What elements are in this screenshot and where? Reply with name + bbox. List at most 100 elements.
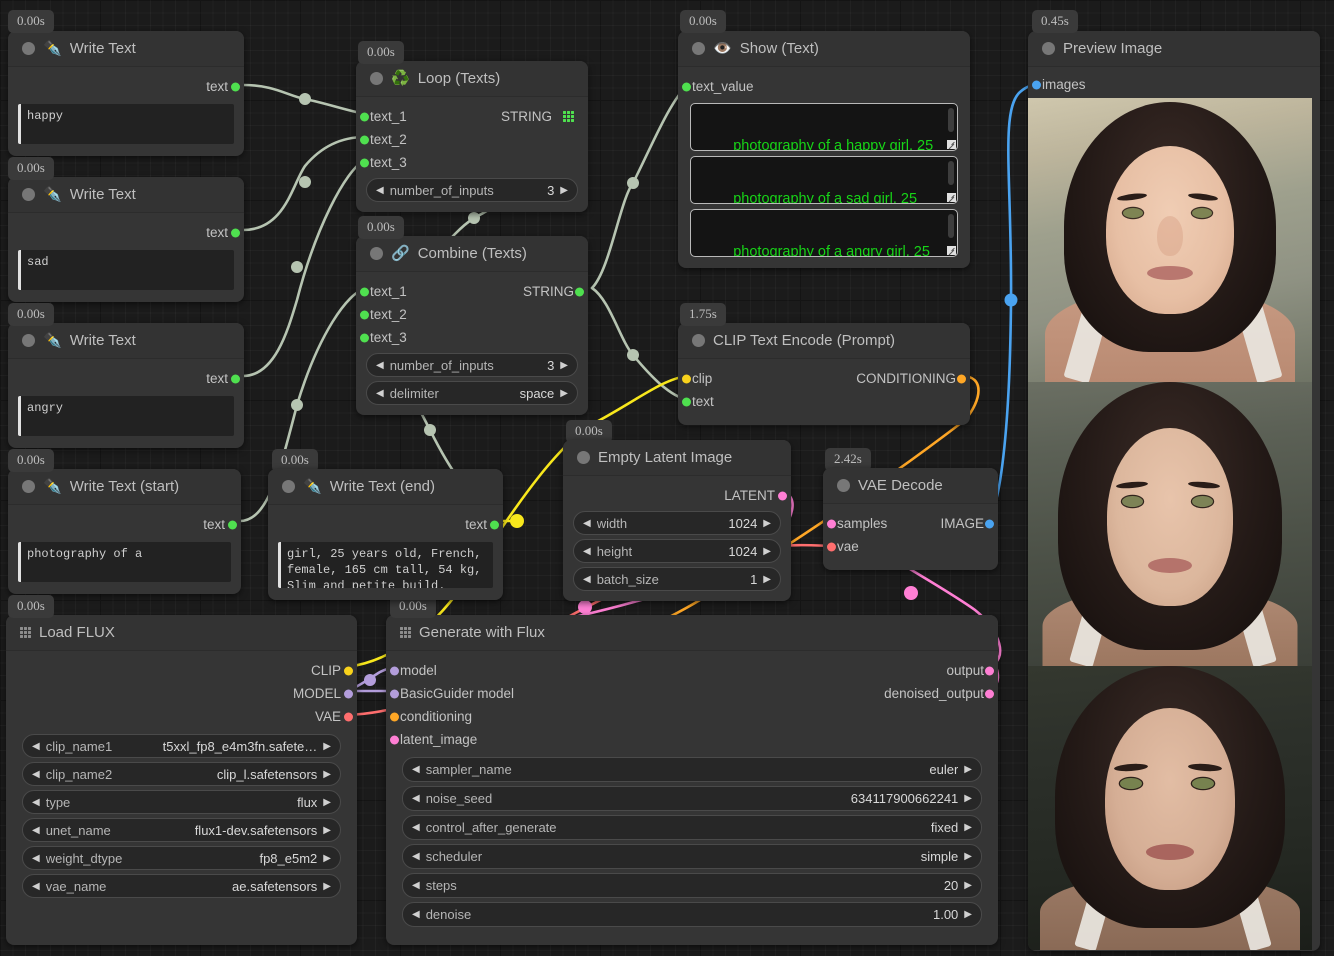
widget-control-after-generate[interactable]: ◀ control_after_generate fixed ▶: [402, 815, 982, 840]
widget-value[interactable]: 1024: [728, 516, 757, 531]
node-header[interactable]: ✒️ Write Text (end): [268, 469, 503, 505]
collapse-toggle-icon[interactable]: [692, 42, 705, 55]
widget-steps[interactable]: ◀ steps 20 ▶: [402, 873, 982, 898]
slot-dot-model[interactable]: [344, 689, 353, 698]
increment-arrow-icon[interactable]: ▶: [964, 793, 972, 804]
input-slot-text[interactable]: text: [678, 390, 970, 413]
widget-value[interactable]: flux1-dev.safetensors: [195, 823, 318, 838]
decrement-arrow-icon[interactable]: ◀: [412, 793, 420, 804]
node-show-text[interactable]: 👁️ Show (Text) text_value photography of…: [678, 31, 970, 268]
node-generate-with-flux[interactable]: Generate with Flux model output BasicGui…: [386, 615, 998, 945]
decrement-arrow-icon[interactable]: ◀: [32, 769, 40, 780]
node-header[interactable]: ✒️ Write Text: [8, 31, 244, 67]
increment-arrow-icon[interactable]: ▶: [763, 574, 771, 585]
increment-arrow-icon[interactable]: ▶: [323, 769, 331, 780]
slot-dot-model[interactable]: [390, 666, 399, 675]
output-slot-text[interactable]: text: [8, 367, 244, 390]
widget-weight-dtype[interactable]: ◀ weight_dtype fp8_e5m2 ▶: [22, 846, 341, 870]
widget-value[interactable]: simple: [921, 849, 959, 864]
text-input[interactable]: girl, 25 years old, French, female, 165 …: [278, 542, 493, 588]
slot-dot-conditioning[interactable]: [957, 374, 966, 383]
node-header[interactable]: CLIP Text Encode (Prompt): [678, 323, 970, 359]
slot-dot-string-out[interactable]: [575, 287, 584, 296]
node-write-text-sad[interactable]: ✒️ Write Text text sad: [8, 177, 244, 302]
increment-arrow-icon[interactable]: ▶: [964, 880, 972, 891]
slot-dot-string[interactable]: [490, 520, 499, 529]
node-vae-decode[interactable]: VAE Decode samples IMAGE vae: [823, 468, 998, 570]
preview-thumbnail-3[interactable]: [1028, 666, 1312, 950]
output-slot-text[interactable]: text: [8, 513, 241, 536]
decrement-arrow-icon[interactable]: ◀: [412, 822, 420, 833]
node-clip-text-encode[interactable]: CLIP Text Encode (Prompt) clip CONDITION…: [678, 323, 970, 425]
preview-thumbnail-1[interactable]: [1028, 98, 1312, 382]
slot-dot-string[interactable]: [228, 520, 237, 529]
widget-number-of-inputs[interactable]: ◀ number_of_inputs 3 ▶: [366, 178, 578, 202]
widget-value[interactable]: 1024: [728, 544, 757, 559]
resize-handle-icon[interactable]: [947, 246, 956, 255]
input-slot-latent-image[interactable]: latent_image: [386, 728, 998, 751]
text-input[interactable]: sad: [18, 250, 234, 290]
increment-arrow-icon[interactable]: ▶: [323, 825, 331, 836]
dot-grid-icon[interactable]: [400, 627, 411, 638]
widget-value[interactable]: 1: [750, 572, 757, 587]
node-header[interactable]: Generate with Flux: [386, 615, 998, 651]
node-write-text-happy[interactable]: ✒️ Write Text text happy: [8, 31, 244, 156]
scrollbar[interactable]: [948, 108, 954, 132]
increment-arrow-icon[interactable]: ▶: [964, 764, 972, 775]
node-write-text-end[interactable]: ✒️ Write Text (end) text girl, 25 years …: [268, 469, 503, 600]
slot-dot-string[interactable]: [360, 287, 369, 296]
preview-thumbnail-2[interactable]: [1028, 382, 1312, 666]
collapse-toggle-icon[interactable]: [22, 480, 35, 493]
slot-dot-string[interactable]: [231, 82, 240, 91]
widget-value[interactable]: clip_l.safetensors: [217, 767, 317, 782]
increment-arrow-icon[interactable]: ▶: [560, 360, 568, 371]
resize-handle-icon[interactable]: [947, 140, 956, 149]
widget-batch-size[interactable]: ◀ batch_size 1 ▶: [573, 567, 781, 591]
input-slot-clip[interactable]: clip CONDITIONING: [678, 367, 970, 390]
widget-value[interactable]: fp8_e5m2: [259, 851, 317, 866]
decrement-arrow-icon[interactable]: ◀: [412, 764, 420, 775]
increment-arrow-icon[interactable]: ▶: [964, 822, 972, 833]
widget-number-of-inputs[interactable]: ◀ number_of_inputs 3 ▶: [366, 353, 578, 377]
node-write-text-angry[interactable]: ✒️ Write Text text angry: [8, 323, 244, 448]
decrement-arrow-icon[interactable]: ◀: [32, 825, 40, 836]
output-slot-clip[interactable]: CLIP: [6, 659, 357, 682]
input-slot-conditioning[interactable]: conditioning: [386, 705, 998, 728]
slot-dot-latent-output[interactable]: [985, 666, 994, 675]
collapse-toggle-icon[interactable]: [837, 479, 850, 492]
list-output-icon[interactable]: [563, 111, 574, 122]
node-combine-texts[interactable]: 🔗 Combine (Texts) text_1 STRING text_2 t…: [356, 236, 588, 415]
text-input[interactable]: happy: [18, 104, 234, 144]
slot-dot-vae[interactable]: [827, 542, 836, 551]
widget-value[interactable]: t5xxl_fp8_e4m3fn.safete…: [163, 739, 318, 754]
decrement-arrow-icon[interactable]: ◀: [32, 881, 40, 892]
input-slot-model[interactable]: model output: [386, 659, 998, 682]
increment-arrow-icon[interactable]: ▶: [560, 388, 568, 399]
slot-dot-clip[interactable]: [344, 666, 353, 675]
node-header[interactable]: Preview Image: [1028, 31, 1320, 67]
slot-dot-string[interactable]: [360, 310, 369, 319]
slot-dot-string[interactable]: [360, 135, 369, 144]
slot-dot-image[interactable]: [985, 519, 994, 528]
show-text-output-2[interactable]: photography of a sad girl, 25 years old,…: [690, 156, 958, 204]
collapse-toggle-icon[interactable]: [370, 247, 383, 260]
node-header[interactable]: 🔗 Combine (Texts): [356, 236, 588, 272]
widget-value[interactable]: 3: [547, 183, 554, 198]
node-load-flux[interactable]: Load FLUX CLIP MODEL VAE ◀ clip_name1 t5…: [6, 615, 357, 945]
node-header[interactable]: 👁️ Show (Text): [678, 31, 970, 67]
workflow-canvas[interactable]: 0.00s ✒️ Write Text text happy 0.00s ✒️ …: [0, 0, 1334, 956]
node-header[interactable]: ✒️ Write Text (start): [8, 469, 241, 505]
node-preview-image[interactable]: Preview Image images: [1028, 31, 1320, 951]
collapse-toggle-icon[interactable]: [1042, 42, 1055, 55]
widget-unet-name[interactable]: ◀ unet_name flux1-dev.safetensors ▶: [22, 818, 341, 842]
node-header[interactable]: Load FLUX: [6, 615, 357, 651]
output-slot-text[interactable]: text: [8, 221, 244, 244]
resize-handle-icon[interactable]: [947, 193, 956, 202]
widget-width[interactable]: ◀ width 1024 ▶: [573, 511, 781, 535]
input-slot-text-2[interactable]: text_2: [356, 303, 588, 326]
output-slot-text[interactable]: text: [268, 513, 503, 536]
collapse-toggle-icon[interactable]: [22, 334, 35, 347]
increment-arrow-icon[interactable]: ▶: [323, 881, 331, 892]
slot-dot-latent[interactable]: [390, 735, 399, 744]
slot-dot-latent[interactable]: [827, 519, 836, 528]
